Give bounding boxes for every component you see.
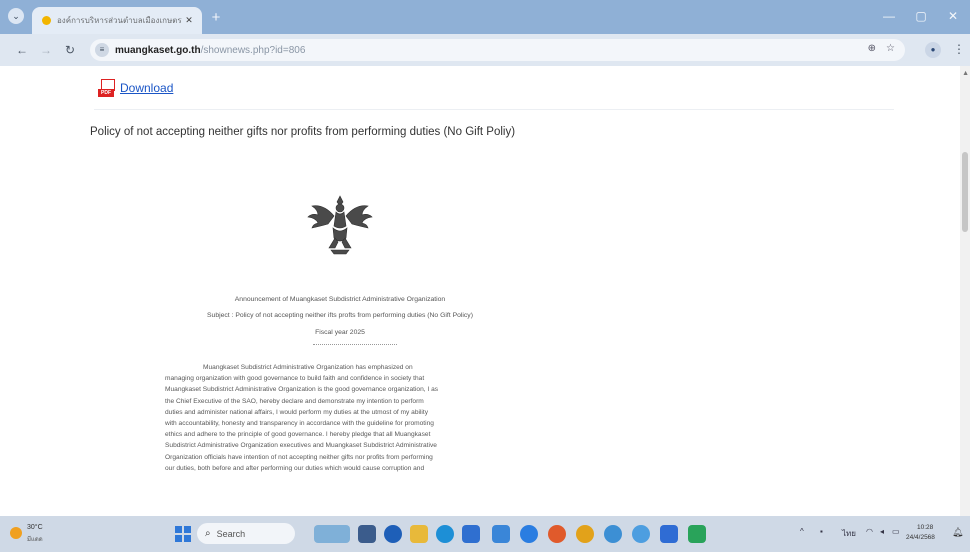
search-icon: ⌕: [205, 528, 211, 539]
minimize-button[interactable]: —: [876, 9, 902, 23]
language-icon[interactable]: ไทย: [842, 527, 856, 540]
doc-body-line: Organization officials have intention of…: [165, 453, 433, 461]
translate-icon[interactable]: ⊕: [868, 43, 876, 54]
firefox-icon[interactable]: [548, 525, 566, 543]
pdf-badge: PDF: [98, 89, 114, 97]
doc-fiscal-year: Fiscal year 2025: [315, 329, 365, 336]
download-link-row[interactable]: PDF Download: [98, 79, 173, 97]
taskbar: 30°C มีแดด ⌕ Search ^ ▪ ไทย ◠ ◂ ▭ 10:28 …: [0, 516, 970, 552]
doc-body-line: managing organization with good governan…: [165, 375, 425, 383]
download-link[interactable]: Download: [120, 81, 173, 95]
close-window-button[interactable]: ✕: [940, 9, 966, 23]
pdf-icon: PDF: [98, 79, 115, 97]
weather-condition: มีแดด: [27, 537, 43, 543]
file-explorer-icon[interactable]: [410, 525, 428, 543]
emblem-icon: [307, 195, 373, 255]
site-info-icon[interactable]: ≡: [95, 43, 109, 57]
toolbar: ← → ↻ ≡ muangkaset.go.th/shownews.php?id…: [0, 34, 970, 66]
reload-icon[interactable]: ↻: [62, 43, 78, 57]
task-view-icon[interactable]: [358, 525, 376, 543]
battery-icon[interactable]: ▭: [892, 527, 900, 536]
doc-body-line: with accountability, honesty and transpa…: [165, 420, 434, 428]
back-icon[interactable]: ←: [14, 43, 30, 57]
favicon-icon: [42, 16, 51, 25]
windows-icon[interactable]: [175, 526, 191, 542]
maximize-button[interactable]: ▢: [908, 9, 934, 23]
star-icon[interactable]: ☆: [886, 43, 895, 54]
doc-body-line: duties and administer national affairs, …: [165, 408, 429, 416]
widgets-icon[interactable]: [314, 525, 350, 543]
weather-temperature: 30°C: [27, 524, 43, 531]
chat-icon[interactable]: [384, 525, 402, 543]
doc-body-line: ethics and adhere to the principle of go…: [165, 431, 431, 439]
policy-title: Policy of not accepting neither gifts no…: [90, 126, 516, 138]
page-content: PDF Download Policy of not accepting nei…: [0, 66, 970, 516]
forward-icon[interactable]: →: [38, 43, 54, 57]
doc-body-line: our duties, both before and after perfor…: [165, 464, 425, 472]
chevron-up-icon[interactable]: ^: [800, 527, 804, 536]
new-tab-button[interactable]: +: [208, 10, 224, 26]
chrome-profile-icon[interactable]: [632, 525, 650, 543]
app-icon[interactable]: [520, 525, 538, 543]
doc-body: Muangkaset Subdistrict Administrative Or…: [165, 362, 515, 474]
edge-icon[interactable]: [436, 525, 454, 543]
tab-close-icon[interactable]: ✕: [182, 15, 196, 26]
scroll-up-icon[interactable]: ▲: [962, 70, 969, 77]
browser-tab[interactable]: องค์การบริหารส่วนตำบลเมืองเกษตร ✕: [32, 7, 202, 34]
address-bar[interactable]: ≡ muangkaset.go.th/shownews.php?id=806 ⊕…: [90, 39, 905, 61]
tab-strip: ⌄ องค์การบริหารส่วนตำบลเมืองเกษตร ✕ + — …: [0, 0, 970, 34]
tab-title: องค์การบริหารส่วนตำบลเมืองเกษตร: [57, 16, 182, 25]
page-scrollbar[interactable]: [960, 66, 970, 516]
profile-icon[interactable]: ●: [925, 42, 941, 58]
word-icon[interactable]: [660, 525, 678, 543]
url-host: muangkaset.go.th: [115, 44, 201, 56]
clock-date[interactable]: 24/4/2568: [906, 534, 935, 541]
store-icon[interactable]: [462, 525, 480, 543]
tray-app-icon[interactable]: ▪: [820, 527, 823, 536]
line-icon[interactable]: [688, 525, 706, 543]
divider: [94, 109, 894, 110]
doc-body-line: Muangkaset Subdistrict Administrative Or…: [165, 386, 439, 394]
photos-icon[interactable]: [492, 525, 510, 543]
menu-icon[interactable]: ⋮: [953, 42, 965, 56]
url-path: /shownews.php?id=806: [200, 44, 306, 56]
chevron-down-icon[interactable]: ⌄: [8, 8, 24, 24]
doc-body-line: Subdistrict Administrative Organization …: [165, 442, 437, 450]
doc-body-line: the Chief Executive of the SAO, hereby d…: [165, 397, 424, 405]
volume-icon[interactable]: ◂: [880, 527, 884, 536]
search-placeholder: Search: [216, 528, 246, 539]
doc-heading: Announcement of Muangkaset Subdistrict A…: [234, 296, 446, 303]
doc-subject: Subject : Policy of not accepting neithe…: [207, 312, 473, 319]
chrome-icon[interactable]: [576, 525, 594, 543]
weather-icon[interactable]: [10, 527, 22, 539]
notification-icon[interactable]: 🔔︎: [952, 527, 963, 538]
doc-dotted-divider: [313, 344, 397, 345]
doc-body-line: Muangkaset Subdistrict Administrative Or…: [203, 364, 413, 371]
copilot-icon[interactable]: [604, 525, 622, 543]
wifi-icon[interactable]: ◠: [866, 527, 873, 536]
clock-time[interactable]: 10:28: [917, 524, 933, 531]
taskbar-search[interactable]: ⌕ Search: [197, 523, 295, 544]
scrollbar-thumb[interactable]: [962, 152, 968, 232]
